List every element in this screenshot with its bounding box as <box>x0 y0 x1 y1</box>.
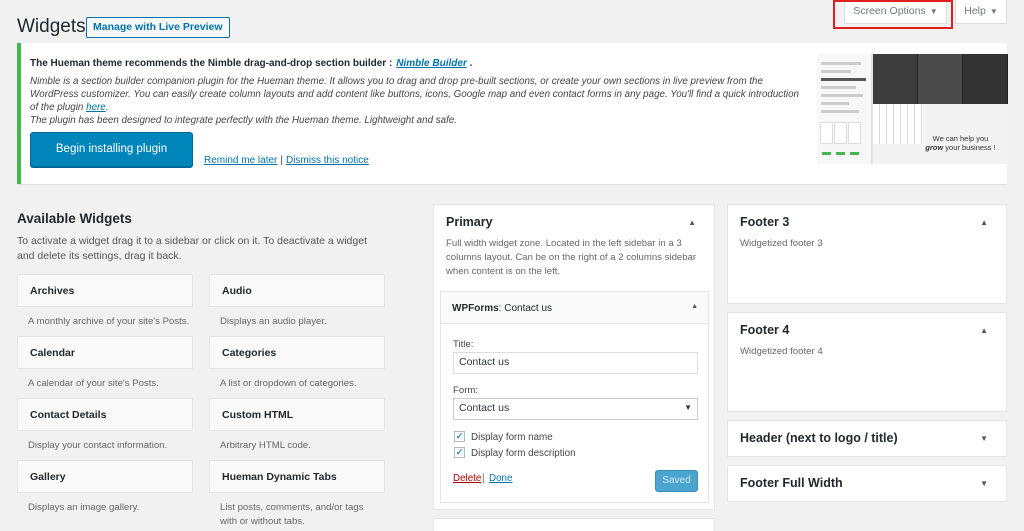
available-widgets-heading: Available Widgets <box>17 211 132 226</box>
notice-headline: The Hueman theme recommends the Nimble d… <box>30 58 472 69</box>
link-separator: | <box>482 473 485 484</box>
done-link[interactable]: Done <box>489 473 512 484</box>
widget-audio[interactable]: Audio <box>209 274 385 307</box>
sidebar-primary: Primary ▲ Full width widget zone. Locate… <box>433 204 715 510</box>
notice-headline-text: The Hueman theme recommends the Nimble d… <box>30 58 393 69</box>
widget-archives-desc: A monthly archive of your site's Posts. <box>28 316 190 327</box>
widget-calendar-desc: A calendar of your site's Posts. <box>28 378 159 389</box>
title-input[interactable]: Contact us <box>453 352 698 374</box>
display-form-description-label: Display form description <box>471 448 576 459</box>
saved-button[interactable]: Saved <box>655 470 698 492</box>
sidebar-footer-3-title[interactable]: Footer 3 <box>740 215 789 229</box>
widget-custom-html-desc: Arbitrary HTML code. <box>220 440 311 451</box>
sidebar-footer-full-width-title: Footer Full Width <box>740 476 843 490</box>
begin-installing-plugin-button[interactable]: Begin installing plugin <box>30 132 193 167</box>
widget-categories-desc: A list or dropdown of categories. <box>220 378 357 389</box>
form-label: Form: <box>453 385 479 396</box>
widget-gallery[interactable]: Gallery <box>17 460 193 493</box>
sidebar-primary-title[interactable]: Primary <box>446 215 493 229</box>
expand-arrow-icon: ▼ <box>980 434 988 443</box>
widget-hueman-dynamic-tabs[interactable]: Hueman Dynamic Tabs <box>209 460 385 493</box>
collapse-arrow-icon[interactable]: ▲ <box>691 303 698 310</box>
collapse-arrow-icon[interactable]: ▲ <box>980 326 988 335</box>
wpforms-widget-name: WPForms <box>452 303 499 314</box>
sidebar-footer-4-desc: Widgetized footer 4 <box>740 346 823 357</box>
widget-categories[interactable]: Categories <box>209 336 385 369</box>
expand-arrow-icon: ▼ <box>980 479 988 488</box>
promo-hero-bold: grow <box>925 143 944 152</box>
widget-custom-html[interactable]: Custom HTML <box>209 398 385 431</box>
link-separator: | <box>280 155 283 166</box>
notice-line-1-end: . <box>105 102 109 113</box>
widget-calendar[interactable]: Calendar <box>17 336 193 369</box>
caret-down-icon: ▼ <box>684 403 692 412</box>
here-link[interactable]: here <box>86 102 106 113</box>
sidebar-primary-desc: Full width widget zone. Located in the l… <box>446 238 697 277</box>
sidebar-header-title: Header (next to logo / title) <box>740 431 898 445</box>
widget-audio-desc: Displays an audio player. <box>220 316 327 327</box>
promo-hero-line-1: We can help you <box>932 134 989 143</box>
widget-contact-details-desc: Display your contact information. <box>28 440 168 451</box>
collapse-arrow-icon[interactable]: ▲ <box>688 218 696 227</box>
widget-gallery-desc: Displays an image gallery. <box>28 502 140 513</box>
sidebar-footer-4: Footer 4 ▲ Widgetized footer 4 <box>727 312 1007 412</box>
wpforms-widget-header[interactable]: WPForms: Contact us <box>441 292 708 324</box>
plugin-notice: The Hueman theme recommends the Nimble d… <box>17 43 1008 184</box>
promo-hero-line-2: your business ! <box>945 143 996 152</box>
notice-links: Remind me later | Dismiss this notice <box>201 155 372 166</box>
notice-headline-end: . <box>469 58 473 69</box>
remind-me-later-link[interactable]: Remind me later <box>204 155 277 166</box>
sidebar-footer-3-desc: Widgetized footer 3 <box>740 238 823 249</box>
wpforms-widget: WPForms: Contact us ▲ Title: Contact us … <box>440 291 709 503</box>
promo-sidebar <box>817 54 872 164</box>
notice-line-1: Nimble is a section builder companion pl… <box>30 76 800 113</box>
display-form-name-checkbox[interactable]: ✓ <box>454 431 465 442</box>
sidebar-footer-full-width[interactable]: Footer Full Width ▼ <box>727 465 1007 502</box>
dismiss-notice-link[interactable]: Dismiss this notice <box>286 155 369 166</box>
nimble-promo-image: We can help you grow your business ! <box>817 54 1008 164</box>
title-label: Title: <box>453 339 474 350</box>
sidebar-footer-3: Footer 3 ▲ Widgetized footer 3 <box>727 204 1007 304</box>
collapse-arrow-icon[interactable]: ▲ <box>980 218 988 227</box>
caret-down-icon: ▼ <box>989 7 998 16</box>
wpforms-widget-suffix: : Contact us <box>498 303 553 314</box>
highlight-box <box>833 0 953 29</box>
notice-line-2: The plugin has been designed to integrat… <box>30 115 457 126</box>
promo-hero-text: We can help you grow your business ! <box>913 134 1008 152</box>
notice-description: Nimble is a section builder companion pl… <box>30 75 805 127</box>
sidebar-next <box>433 518 715 531</box>
widget-archives[interactable]: Archives <box>17 274 193 307</box>
form-select-value: Contact us <box>459 402 510 414</box>
help-button[interactable]: Help ▼ <box>955 0 1007 24</box>
sidebar-header-next-to-logo[interactable]: Header (next to logo / title) ▼ <box>727 420 1007 457</box>
available-widgets-description: To activate a widget drag it to a sideba… <box>17 235 367 262</box>
delete-link[interactable]: Delete <box>453 473 481 484</box>
form-select[interactable]: Contact us ▼ <box>453 398 698 420</box>
display-form-name-label: Display form name <box>471 432 553 443</box>
display-form-description-checkbox[interactable]: ✓ <box>454 447 465 458</box>
widget-contact-details[interactable]: Contact Details <box>17 398 193 431</box>
sidebar-footer-4-title[interactable]: Footer 4 <box>740 323 789 337</box>
widget-hueman-dynamic-tabs-desc: List posts, comments, and/or tags with o… <box>220 502 364 527</box>
page-title: Widgets <box>17 16 86 37</box>
nimble-builder-link[interactable]: Nimble Builder <box>396 58 467 69</box>
help-label: Help <box>964 5 986 17</box>
manage-live-preview-button[interactable]: Manage with Live Preview <box>86 17 230 38</box>
